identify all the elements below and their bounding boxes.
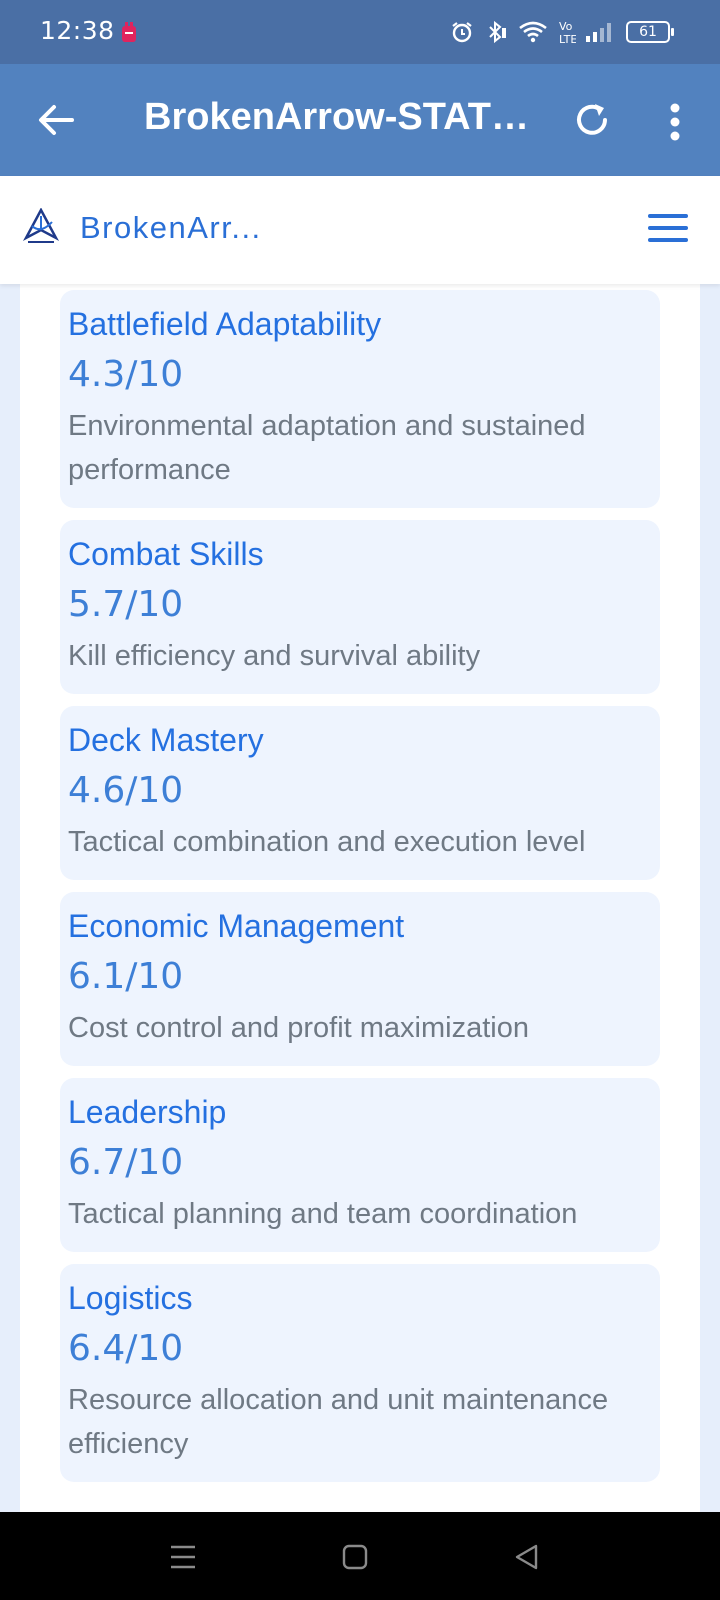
stat-score: 4.6/10 xyxy=(68,770,184,811)
stat-card-leadership: Leadership 6.7/10 Tactical planning and … xyxy=(60,1078,660,1252)
alarm-icon xyxy=(452,22,472,43)
back-triangle-icon[interactable] xyxy=(512,1542,542,1572)
stat-description: Cost control and profit maximization xyxy=(68,1012,529,1044)
stat-score: 6.4/10 xyxy=(68,1328,184,1369)
hamburger-menu-icon[interactable] xyxy=(648,214,688,246)
stat-score: 4.3/10 xyxy=(68,354,184,395)
stat-description: Tactical planning and team coordination xyxy=(68,1198,578,1230)
status-icons: Vo LTE 61 xyxy=(450,16,674,48)
stat-card-logistics: Logistics 6.4/10 Resource allocation and… xyxy=(60,1264,660,1482)
svg-text:LTE: LTE xyxy=(559,33,576,45)
stat-description: Environmental adaptation and sustained p… xyxy=(68,410,586,486)
stat-score: 6.1/10 xyxy=(68,956,184,997)
stat-title: Leadership xyxy=(68,1094,227,1130)
stats-list: Battlefield Adaptability 4.3/10 Environm… xyxy=(60,290,660,1494)
stat-title: Logistics xyxy=(68,1280,193,1316)
wifi-icon xyxy=(519,21,547,43)
bluetooth-icon xyxy=(489,20,506,44)
status-bar: 12:38 Vo LTE 61 xyxy=(0,0,720,64)
site-name[interactable]: BrokenArr... xyxy=(80,210,262,246)
stat-description: Tactical combination and execution level xyxy=(68,826,586,858)
svg-text:Vo: Vo xyxy=(559,20,573,33)
arrow-left-icon[interactable] xyxy=(34,98,78,142)
stat-card-battlefield-adaptability: Battlefield Adaptability 4.3/10 Environm… xyxy=(60,290,660,508)
battery-icon: 61 xyxy=(626,21,674,43)
status-time: 12:38 xyxy=(40,16,115,45)
content-panel: Battlefield Adaptability 4.3/10 Environm… xyxy=(20,284,700,1512)
site-header: BrokenArr... xyxy=(0,176,720,284)
recents-icon[interactable] xyxy=(168,1542,198,1572)
home-icon[interactable] xyxy=(340,1542,370,1572)
stat-description: Kill efficiency and survival ability xyxy=(68,640,481,672)
signal-icon xyxy=(586,23,611,42)
volte-icon: Vo LTE xyxy=(559,20,576,45)
stat-card-deck-mastery: Deck Mastery 4.6/10 Tactical combination… xyxy=(60,706,660,880)
stat-description: Resource allocation and unit maintenance… xyxy=(68,1384,609,1460)
more-vertical-icon[interactable] xyxy=(660,100,690,144)
brokenarrow-logo[interactable] xyxy=(22,208,60,246)
stat-card-combat-skills: Combat Skills 5.7/10 Kill efficiency and… xyxy=(60,520,660,694)
stat-score: 5.7/10 xyxy=(68,584,184,625)
stat-title: Economic Management xyxy=(68,908,405,944)
system-nav-bar xyxy=(0,1512,720,1600)
stat-title: Combat Skills xyxy=(68,536,264,572)
app-bar: BrokenArrow-STATS... xyxy=(0,64,720,176)
stat-title: Battlefield Adaptability xyxy=(68,306,382,342)
notification-app-icon xyxy=(122,22,136,42)
stat-score: 6.7/10 xyxy=(68,1142,184,1183)
app-title: BrokenArrow-STATS... xyxy=(144,96,539,138)
stat-card-economic-management: Economic Management 6.1/10 Cost control … xyxy=(60,892,660,1066)
stat-title: Deck Mastery xyxy=(68,722,264,758)
refresh-icon[interactable] xyxy=(572,100,612,140)
